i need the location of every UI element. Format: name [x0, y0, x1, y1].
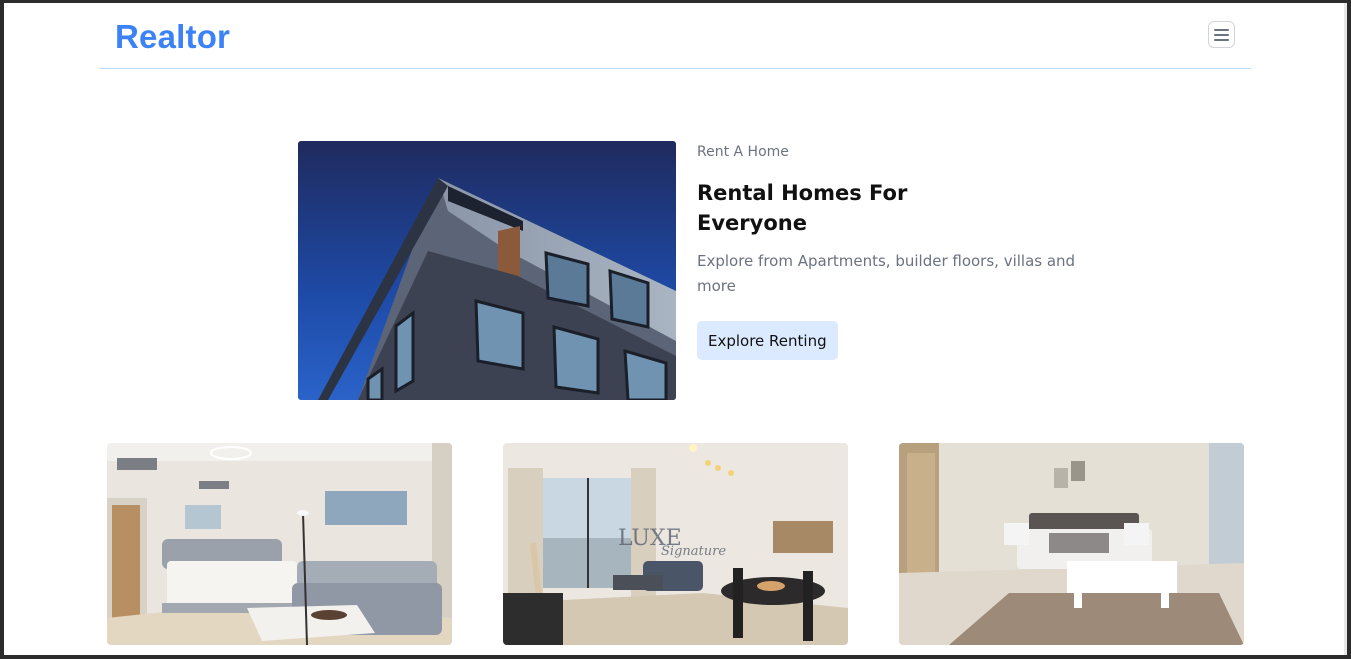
explore-renting-button[interactable]: Explore Renting: [697, 321, 838, 360]
menu-button[interactable]: [1208, 21, 1235, 48]
hero-building-image: [298, 141, 676, 400]
page-scrollbar[interactable]: [1344, 3, 1347, 655]
hero-description: Explore from Apartments, builder floors,…: [697, 252, 1076, 295]
gallery-card-2[interactable]: LUXE Signature: [503, 443, 848, 645]
hero-title: Rental Homes For Everyone: [697, 181, 908, 235]
gallery-card-1[interactable]: [107, 443, 452, 645]
watermark-subtitle: Signature: [661, 544, 726, 559]
brand-logo[interactable]: Realtor: [115, 18, 230, 56]
hero-eyebrow: Rent A Home: [697, 144, 789, 160]
navbar: Realtor: [100, 3, 1251, 69]
gallery-card-3[interactable]: [899, 443, 1244, 645]
browser-viewport: Realtor Rent A Home Rental Homes For Eve…: [4, 3, 1347, 655]
